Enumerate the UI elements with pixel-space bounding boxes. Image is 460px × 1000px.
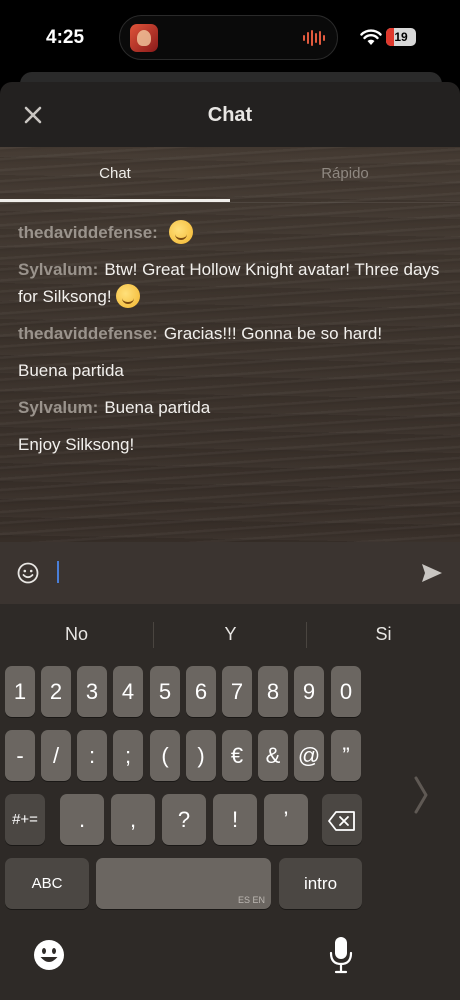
key-9[interactable]: 9 [294,666,324,717]
chat-message: Enjoy Silksong! [18,431,443,458]
key-4[interactable]: 4 [113,666,143,717]
key-6[interactable]: 6 [186,666,216,717]
wifi-icon [360,29,382,45]
key-close-paren[interactable]: ) [186,730,216,781]
emoji-keyboard-icon[interactable] [32,938,66,972]
key-0[interactable]: 0 [331,666,361,717]
smiley-icon[interactable] [17,562,39,584]
tab-rapido[interactable]: Rápido [230,165,460,182]
dynamic-island[interactable] [119,15,338,60]
chat-message: thedaviddefense: Gracias!!! Gonna be so h… [18,320,443,347]
message-username: Sylvalum: [18,398,99,417]
key-semicolon[interactable]: ; [113,730,143,781]
message-input[interactable] [57,561,59,583]
key-1[interactable]: 1 [5,666,35,717]
status-bar: 4:25 19 [0,0,460,75]
chat-message: Sylvalum: Buena partida [18,394,443,421]
message-text: Buena partida [104,398,211,417]
message-list: thedaviddefense: Sylvalum: Btw! Great Hol… [18,219,443,468]
message-text: Buena partida [18,361,124,380]
status-time: 4:25 [46,27,85,48]
message-text: Enjoy Silksong! [18,435,135,454]
key-2[interactable]: 2 [41,666,71,717]
message-username: thedaviddefense: [18,324,158,343]
key-exclamation[interactable]: ! [213,794,257,845]
chat-area: Chat Rápido thedaviddefense: Sylvalum: Bt… [0,147,460,542]
key-hyphen[interactable]: - [5,730,35,781]
chat-message: Sylvalum: Btw! Great Hollow Knight avatar… [18,256,443,310]
yawning-face-emoji-icon [168,220,193,244]
suggestion-2[interactable]: Y [154,624,307,645]
key-open-paren[interactable]: ( [150,730,180,781]
key-space[interactable]: ES EN [96,858,271,909]
key-euro[interactable]: € [222,730,252,781]
chat-message: thedaviddefense: [18,219,443,246]
key-comma[interactable]: , [111,794,155,845]
keyboard: No Y Si 1 2 3 4 5 6 7 8 9 0 - / : ; ( ) … [0,604,460,1000]
battery-icon: 19 [386,28,416,46]
key-abc[interactable]: ABC [5,858,89,909]
active-tab-indicator [0,199,230,202]
smiling-face-emoji-icon [116,284,141,308]
key-ampersand[interactable]: & [258,730,288,781]
suggestion-1[interactable]: No [0,624,153,645]
chevron-right-icon[interactable] [412,776,430,814]
chat-header: Chat [0,82,460,147]
key-more-symbols[interactable]: #+= [5,794,45,845]
send-icon[interactable] [421,563,443,583]
key-3[interactable]: 3 [77,666,107,717]
message-composer [0,542,460,604]
key-delete[interactable] [322,794,362,845]
space-language-label: ES EN [237,895,265,905]
key-slash[interactable]: / [41,730,71,781]
app-icon [130,24,158,52]
key-question[interactable]: ? [162,794,206,845]
message-text: Gracias!!! Gonna be so hard! [163,324,383,343]
key-colon[interactable]: : [77,730,107,781]
key-return[interactable]: intro [279,858,362,909]
audio-wave-icon [303,30,325,46]
key-8[interactable]: 8 [258,666,288,717]
key-quote[interactable]: ” [331,730,361,781]
key-7[interactable]: 7 [222,666,252,717]
key-at[interactable]: @ [294,730,324,781]
key-apostrophe[interactable]: ’ [264,794,308,845]
key-5[interactable]: 5 [150,666,180,717]
tab-chat[interactable]: Chat [0,165,230,182]
key-period[interactable]: . [60,794,104,845]
message-username: thedaviddefense: [18,223,158,242]
backspace-icon [328,811,355,831]
page-title: Chat [207,104,253,126]
microphone-icon[interactable] [329,936,353,974]
battery-level: 19 [394,30,408,44]
message-username: Sylvalum: [18,260,99,279]
chat-message: Buena partida [18,357,443,384]
chat-tabs: Chat Rápido [0,147,460,203]
suggestion-3[interactable]: Si [307,624,460,645]
